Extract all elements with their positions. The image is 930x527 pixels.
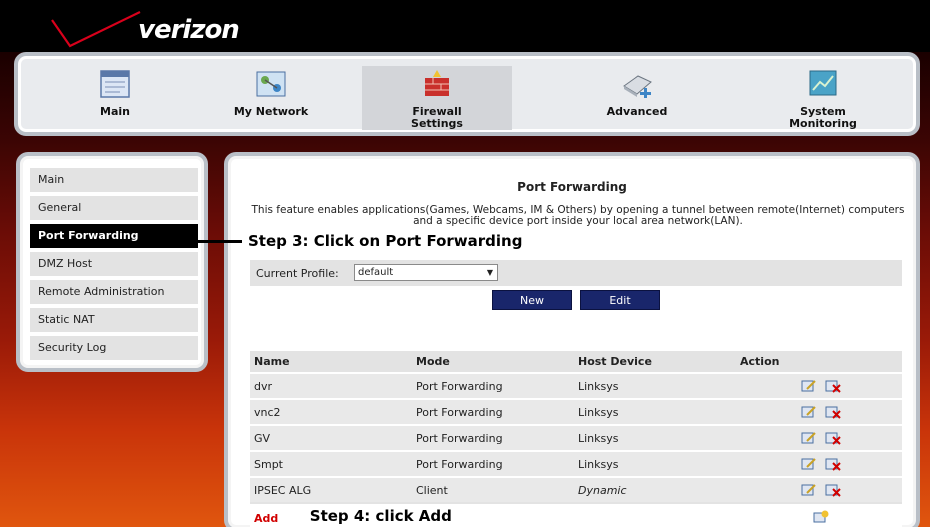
cell-name: IPSEC ALG [250, 476, 412, 503]
table-row: IPSEC ALG Client Dynamic [250, 476, 902, 503]
sidebar-item-port-forwarding[interactable]: Port Forwarding [30, 224, 198, 250]
profile-select-value: default [358, 267, 394, 278]
delete-icon[interactable] [825, 457, 841, 471]
top-navigation: Main My Network Firewall Settings Advance… [14, 52, 920, 136]
nav-tab-main[interactable]: Main [40, 66, 190, 130]
table-row: Smpt Port Forwarding Linksys [250, 450, 902, 477]
delete-icon[interactable] [825, 483, 841, 497]
nav-label-firewall-settings: Firewall Settings [411, 105, 463, 130]
nav-label-my-network: My Network [233, 105, 309, 118]
add-row: Add Step 4: click Add [250, 502, 902, 527]
column-header-name: Name [250, 351, 412, 373]
edit-icon[interactable] [801, 379, 817, 393]
chevron-down-icon: ▼ [486, 268, 493, 277]
cell-action [736, 424, 902, 451]
add-icon[interactable] [813, 510, 829, 524]
page-title: Port Forwarding [517, 180, 627, 194]
cell-mode: Port Forwarding [412, 372, 574, 399]
nav-label-system-monitoring: System Monitoring [789, 105, 857, 130]
edit-icon[interactable] [801, 457, 817, 471]
page-description: This feature enables applications(Games,… [251, 204, 905, 227]
cell-action [736, 476, 902, 503]
cell-name: vnc2 [250, 398, 412, 425]
add-link[interactable]: Add [254, 512, 278, 525]
sidebar-item-dmz-host[interactable]: DMZ Host [30, 252, 198, 278]
nav-tab-firewall-settings[interactable]: Firewall Settings [362, 66, 512, 130]
delete-icon[interactable] [825, 431, 841, 445]
nav-label-advanced: Advanced [606, 105, 668, 118]
cell-name: GV [250, 424, 412, 451]
table-header-row: Name Mode Host Device Action [250, 351, 902, 373]
cell-host: Linksys [574, 424, 736, 451]
network-icon [256, 71, 286, 97]
delete-icon[interactable] [825, 405, 841, 419]
cell-name: dvr [250, 372, 412, 399]
header-bar: verizon [0, 0, 930, 52]
cell-action [736, 450, 902, 477]
verizon-logo[interactable]: verizon [40, 6, 240, 52]
cell-action [736, 398, 902, 425]
cell-host: Dynamic [574, 476, 736, 503]
step3-connector-line [198, 240, 242, 243]
edit-icon[interactable] [801, 431, 817, 445]
new-button[interactable]: New [492, 290, 572, 310]
step4-annotation: Step 4: click Add [309, 506, 452, 525]
table-row: GV Port Forwarding Linksys [250, 424, 902, 451]
cell-mode: Port Forwarding [412, 450, 574, 477]
cell-action [736, 372, 902, 399]
column-header-action: Action [736, 351, 902, 373]
nav-tab-system-monitoring[interactable]: System Monitoring [748, 66, 898, 130]
sidebar-item-security-log[interactable]: Security Log [30, 336, 198, 362]
cell-host: Linksys [574, 450, 736, 477]
logo-wordmark: verizon [138, 15, 240, 45]
firewall-icon [425, 70, 449, 96]
cell-host: Linksys [574, 372, 736, 399]
sidebar-item-main[interactable]: Main [30, 168, 198, 194]
edit-icon[interactable] [801, 483, 817, 497]
cell-name: Smpt [250, 450, 412, 477]
main-icon [100, 70, 130, 98]
add-action-cell [736, 502, 902, 527]
profile-label: Current Profile: [256, 267, 339, 280]
main-panel: Port Forwarding This feature enables app… [198, 152, 920, 527]
edit-icon[interactable] [801, 405, 817, 419]
sidebar-item-remote-administration[interactable]: Remote Administration [30, 280, 198, 306]
step3-annotation: Step 3: Click on Port Forwarding [248, 232, 523, 250]
profile-bar: Current Profile: default ▼ [250, 260, 902, 286]
sidebar: Main General Port Forwarding DMZ Host Re… [16, 152, 208, 372]
nav-tab-advanced[interactable]: Advanced [562, 66, 712, 130]
nav-tab-my-network[interactable]: My Network [196, 66, 346, 130]
monitor-icon [809, 70, 837, 96]
cell-mode: Port Forwarding [412, 424, 574, 451]
table-row: dvr Port Forwarding Linksys [250, 372, 902, 399]
verizon-checkmark-icon [51, 11, 141, 48]
add-cell: Add Step 4: click Add [250, 502, 574, 527]
table-row: vnc2 Port Forwarding Linksys [250, 398, 902, 425]
rules-table: Name Mode Host Device Action dvr Port Fo… [250, 351, 902, 527]
sidebar-item-general[interactable]: General [30, 196, 198, 222]
advanced-icon [623, 75, 652, 98]
cell-host: Linksys [574, 398, 736, 425]
sidebar-item-static-nat[interactable]: Static NAT [30, 308, 198, 334]
nav-label-main: Main [100, 105, 130, 118]
column-header-host-device: Host Device [574, 351, 736, 373]
add-cell-empty [574, 502, 736, 527]
delete-icon[interactable] [825, 379, 841, 393]
profile-select[interactable]: default ▼ [354, 264, 498, 281]
column-header-mode: Mode [412, 351, 574, 373]
cell-mode: Port Forwarding [412, 398, 574, 425]
cell-mode: Client [412, 476, 574, 503]
edit-button[interactable]: Edit [580, 290, 660, 310]
